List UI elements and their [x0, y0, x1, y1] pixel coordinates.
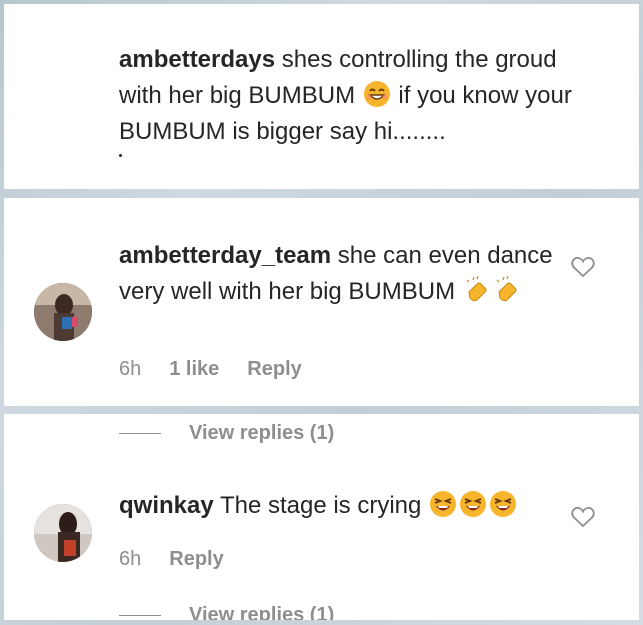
view-replies-label: View replies (1): [189, 422, 335, 444]
view-replies-button[interactable]: View replies (1): [119, 604, 334, 620]
view-replies-button[interactable]: View replies (1): [119, 422, 334, 445]
grinning-face-emoji-icon: [363, 81, 390, 107]
reply-button[interactable]: Reply: [247, 358, 301, 381]
avatar-image: [34, 283, 92, 341]
clapping-hands-emoji-icon: [466, 276, 487, 302]
comment-text-1: ambetterdays shes controlling the groud …: [119, 42, 579, 150]
reply-button[interactable]: Reply: [169, 548, 223, 571]
comment-username[interactable]: ambetterdays: [119, 46, 275, 73]
likes-count[interactable]: 1 like: [169, 358, 219, 381]
dot-divider: [119, 154, 122, 157]
comment-text-2: ambetterday_team she can even dance very…: [119, 238, 579, 310]
comment-card-2: ambetterday_team she can even dance very…: [4, 198, 639, 406]
avatar-image: [34, 504, 92, 562]
comment-time: 6h: [119, 358, 142, 380]
comment-text-3: qwinkay The stage is crying: [119, 488, 579, 524]
comment-time: 6h: [119, 548, 142, 570]
comment-username[interactable]: qwinkay: [119, 492, 214, 519]
squinting-laugh-emoji-icon: [490, 491, 517, 517]
squinting-laugh-emoji-icon: [430, 491, 457, 517]
divider-line: [119, 433, 161, 434]
comment-username[interactable]: ambetterday_team: [119, 242, 331, 269]
comment-meta: 6h 1 like Reply: [119, 358, 302, 381]
avatar[interactable]: [34, 283, 92, 341]
comment-card-3: View replies (1) qwinkay The stage is cr…: [4, 414, 639, 620]
comment-body: The stage is crying: [213, 492, 429, 519]
divider-line: [119, 615, 161, 616]
squinting-laugh-emoji-icon: [460, 491, 487, 517]
clapping-hands-emoji-icon: [496, 276, 517, 302]
avatar[interactable]: [34, 504, 92, 562]
view-replies-label: View replies (1): [189, 604, 335, 620]
comment-meta: 6h Reply: [119, 548, 224, 571]
heart-icon[interactable]: [571, 256, 595, 278]
comment-card-1: ambetterdays shes controlling the groud …: [4, 4, 639, 189]
heart-icon[interactable]: [571, 506, 595, 528]
